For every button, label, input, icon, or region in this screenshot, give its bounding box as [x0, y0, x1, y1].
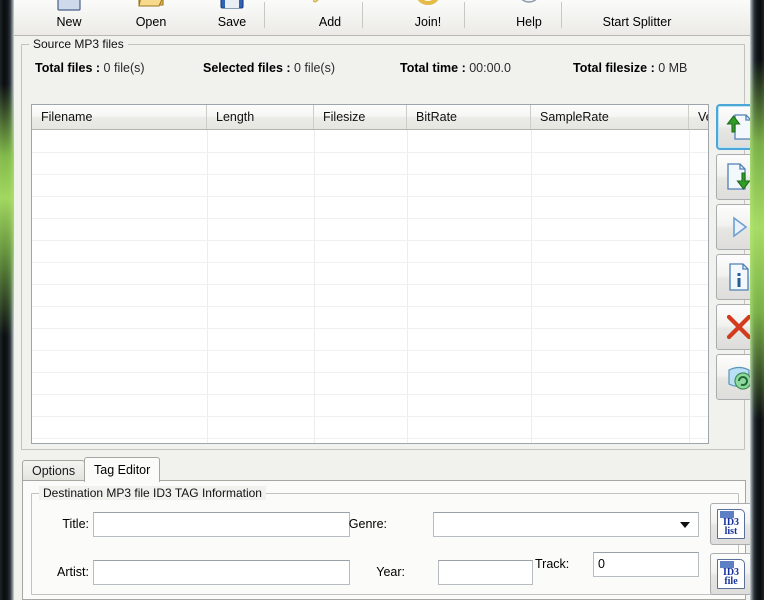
stat-total-filesize-value: 0 MB: [658, 61, 688, 75]
stat-total-files-value: 0 file(s): [103, 61, 145, 75]
help-icon: [486, 0, 572, 14]
stat-total-time: Total time : 00:00.0: [400, 61, 511, 75]
toolbar-button-help[interactable]: Help: [486, 0, 572, 29]
toolbar-label-open: Open: [135, 15, 167, 29]
id3-file-icon: ID3 file: [717, 559, 745, 589]
stat-total-filesize-label: Total filesize :: [573, 61, 655, 75]
toolbar-label-help: Help: [516, 15, 542, 29]
id3-group-title: Destination MP3 file ID3 TAG Information: [39, 486, 266, 500]
toolbar-separator: [561, 2, 562, 28]
artist-input[interactable]: [93, 560, 350, 585]
genre-combobox[interactable]: [433, 512, 699, 537]
file-list-body[interactable]: [32, 130, 708, 443]
column-header-version[interactable]: Ve: [689, 105, 708, 129]
new-document-icon: [26, 0, 112, 14]
main-toolbar: New Open Save Add Join! Help Start Split…: [12, 0, 752, 36]
table-row[interactable]: [32, 284, 708, 307]
table-row[interactable]: [32, 328, 708, 351]
source-stats-row: Total files : 0 file(s) Selected files :…: [22, 61, 744, 81]
table-row[interactable]: [32, 306, 708, 329]
stat-total-time-value: 00:00.0: [469, 61, 511, 75]
column-header-length[interactable]: Length: [207, 105, 314, 129]
table-row[interactable]: [32, 152, 708, 175]
genre-label: Genre:: [348, 517, 387, 531]
title-input[interactable]: [93, 512, 350, 537]
toolbar-label-join: Join!: [414, 15, 442, 29]
table-row[interactable]: [32, 130, 708, 153]
toolbar-button-open[interactable]: Open: [108, 0, 194, 29]
application-window: New Open Save Add Join! Help Start Split…: [0, 0, 764, 600]
source-group-title: Source MP3 files: [29, 37, 128, 51]
window-border-right: [750, 0, 764, 600]
year-label: Year:: [376, 565, 405, 579]
toolbar-separator: [362, 2, 363, 28]
year-input[interactable]: [438, 560, 533, 585]
table-row[interactable]: [32, 240, 708, 263]
id3-list-button[interactable]: ID3 list: [710, 503, 752, 545]
toolbar-separator: [464, 2, 465, 28]
toolbar-button-join[interactable]: Join!: [385, 0, 471, 29]
table-row[interactable]: [32, 218, 708, 241]
table-row[interactable]: [32, 174, 708, 197]
toolbar-label-save: Save: [217, 15, 247, 29]
toolbar-label-add: Add: [318, 15, 342, 29]
join-icon: [385, 0, 471, 14]
table-row[interactable]: [32, 262, 708, 285]
tab-options[interactable]: Options: [22, 460, 86, 481]
stat-total-files: Total files : 0 file(s): [35, 61, 145, 75]
title-label: Title:: [62, 517, 89, 531]
source-mp3-files-groupbox: Source MP3 files Total files : 0 file(s)…: [21, 37, 762, 450]
add-file-icon: [287, 0, 373, 14]
stat-total-time-label: Total time :: [400, 61, 466, 75]
toolbar-button-save[interactable]: Save: [189, 0, 275, 29]
open-folder-icon: [108, 0, 194, 14]
id3-list-icon: ID3 list: [717, 509, 745, 539]
stat-selected-files: Selected files : 0 file(s): [203, 61, 335, 75]
stat-selected-files-label: Selected files :: [203, 61, 291, 75]
table-row[interactable]: [32, 394, 708, 417]
file-list-header: Filename Length Filesize BitRate SampleR…: [32, 105, 708, 130]
table-row[interactable]: [32, 416, 708, 439]
table-row[interactable]: [32, 196, 708, 219]
tab-tag-editor[interactable]: Tag Editor: [84, 457, 161, 482]
window-border-left: [0, 0, 14, 600]
toolbar-button-new[interactable]: New: [26, 0, 112, 29]
mp3-file-list[interactable]: Filename Length Filesize BitRate SampleR…: [31, 104, 709, 444]
stat-selected-files-value: 0 file(s): [294, 61, 336, 75]
column-header-bitrate[interactable]: BitRate: [407, 105, 531, 129]
stat-total-filesize: Total filesize : 0 MB: [573, 61, 687, 75]
track-input[interactable]: 0: [593, 552, 699, 577]
toolbar-separator: [264, 2, 265, 28]
toolbar-label-new: New: [56, 15, 82, 29]
client-area: New Open Save Add Join! Help Start Split…: [11, 0, 762, 600]
stat-total-files-label: Total files :: [35, 61, 101, 75]
id3-file-line2: file: [724, 576, 738, 587]
bottom-tab-strip: Options Tag Editor: [22, 456, 746, 482]
toolbar-button-add[interactable]: Add: [287, 0, 373, 29]
tag-editor-panel: Destination MP3 file ID3 TAG Information…: [22, 480, 752, 600]
id3-file-button[interactable]: ID3 file: [710, 553, 752, 595]
toolbar-button-start-splitter[interactable]: Start Splitter: [572, 0, 702, 29]
track-label: Track:: [535, 557, 570, 571]
table-row[interactable]: [32, 350, 708, 373]
start-splitter-icon: [572, 0, 702, 14]
column-header-filename[interactable]: Filename: [32, 105, 207, 129]
table-row[interactable]: [32, 372, 708, 395]
artist-label: Artist:: [57, 565, 89, 579]
column-header-samplerate[interactable]: SampleRate: [531, 105, 689, 129]
id3-list-line2: list: [724, 526, 738, 537]
column-header-filesize[interactable]: Filesize: [314, 105, 407, 129]
save-disk-icon: [189, 0, 275, 14]
chevron-down-icon: [680, 522, 690, 528]
toolbar-label-start-splitter: Start Splitter: [602, 15, 672, 29]
